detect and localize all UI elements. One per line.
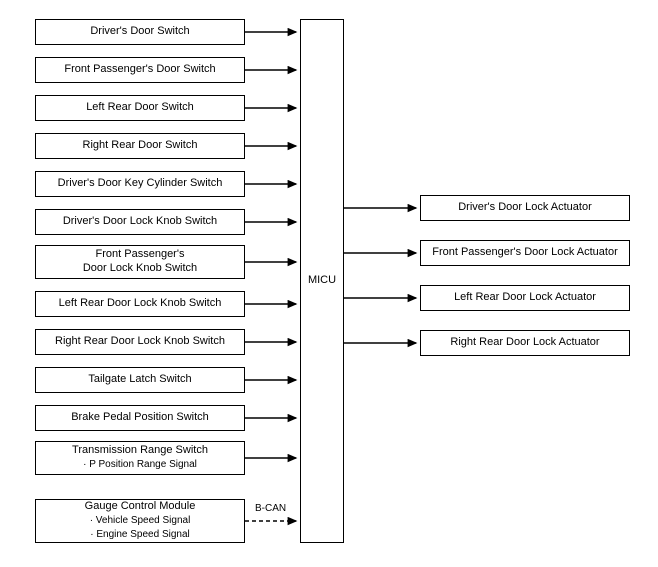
- micu-box: MICU: [300, 19, 344, 543]
- line2: Door Lock Knob Switch: [83, 262, 197, 274]
- input-label: Gauge Control Module · Vehicle Speed Sig…: [85, 500, 196, 541]
- line1: Gauge Control Module: [85, 500, 196, 512]
- line1: Front Passenger's: [96, 248, 185, 260]
- input-drivers-door-key-cylinder-switch: Driver's Door Key Cylinder Switch: [35, 171, 245, 197]
- input-left-rear-door-switch: Left Rear Door Switch: [35, 95, 245, 121]
- input-label: Driver's Door Switch: [90, 25, 189, 39]
- micu-label: MICU: [308, 274, 336, 288]
- input-tailgate-latch-switch: Tailgate Latch Switch: [35, 367, 245, 393]
- input-drivers-door-switch: Driver's Door Switch: [35, 19, 245, 45]
- input-label: Brake Pedal Position Switch: [71, 411, 209, 425]
- input-left-rear-door-lock-knob-switch: Left Rear Door Lock Knob Switch: [35, 291, 245, 317]
- input-label: Driver's Door Lock Knob Switch: [63, 215, 217, 229]
- input-brake-pedal-position-switch: Brake Pedal Position Switch: [35, 405, 245, 431]
- output-label: Driver's Door Lock Actuator: [458, 201, 592, 215]
- output-label: Left Rear Door Lock Actuator: [454, 291, 596, 305]
- output-label: Right Rear Door Lock Actuator: [450, 336, 599, 350]
- input-label: Left Rear Door Lock Knob Switch: [59, 297, 222, 311]
- input-drivers-door-lock-knob-switch: Driver's Door Lock Knob Switch: [35, 209, 245, 235]
- input-label: Tailgate Latch Switch: [88, 373, 191, 387]
- input-label: Right Rear Door Lock Knob Switch: [55, 335, 225, 349]
- output-front-passenger-door-lock-actuator: Front Passenger's Door Lock Actuator: [420, 240, 630, 266]
- input-transmission-range-switch: Transmission Range Switch · P Position R…: [35, 441, 245, 475]
- line2: · Vehicle Speed Signal: [90, 515, 191, 526]
- input-label: Driver's Door Key Cylinder Switch: [58, 177, 223, 191]
- input-label: Right Rear Door Switch: [83, 139, 198, 153]
- input-front-passenger-door-lock-knob-switch: Front Passenger's Door Lock Knob Switch: [35, 245, 245, 279]
- line2: · P Position Range Signal: [83, 459, 197, 470]
- input-right-rear-door-lock-knob-switch: Right Rear Door Lock Knob Switch: [35, 329, 245, 355]
- output-drivers-door-lock-actuator: Driver's Door Lock Actuator: [420, 195, 630, 221]
- input-front-passenger-door-switch: Front Passenger's Door Switch: [35, 57, 245, 83]
- line3: · Engine Speed Signal: [90, 529, 190, 540]
- input-label: Transmission Range Switch · P Position R…: [72, 444, 208, 472]
- input-label: Front Passenger's Door Switch: [64, 63, 215, 77]
- line1: Transmission Range Switch: [72, 444, 208, 456]
- input-right-rear-door-switch: Right Rear Door Switch: [35, 133, 245, 159]
- output-left-rear-door-lock-actuator: Left Rear Door Lock Actuator: [420, 285, 630, 311]
- input-label: Left Rear Door Switch: [86, 101, 194, 115]
- input-gauge-control-module: Gauge Control Module · Vehicle Speed Sig…: [35, 499, 245, 543]
- output-label: Front Passenger's Door Lock Actuator: [432, 246, 618, 260]
- input-label: Front Passenger's Door Lock Knob Switch: [83, 248, 197, 276]
- bcan-label: B-CAN: [255, 503, 286, 514]
- output-right-rear-door-lock-actuator: Right Rear Door Lock Actuator: [420, 330, 630, 356]
